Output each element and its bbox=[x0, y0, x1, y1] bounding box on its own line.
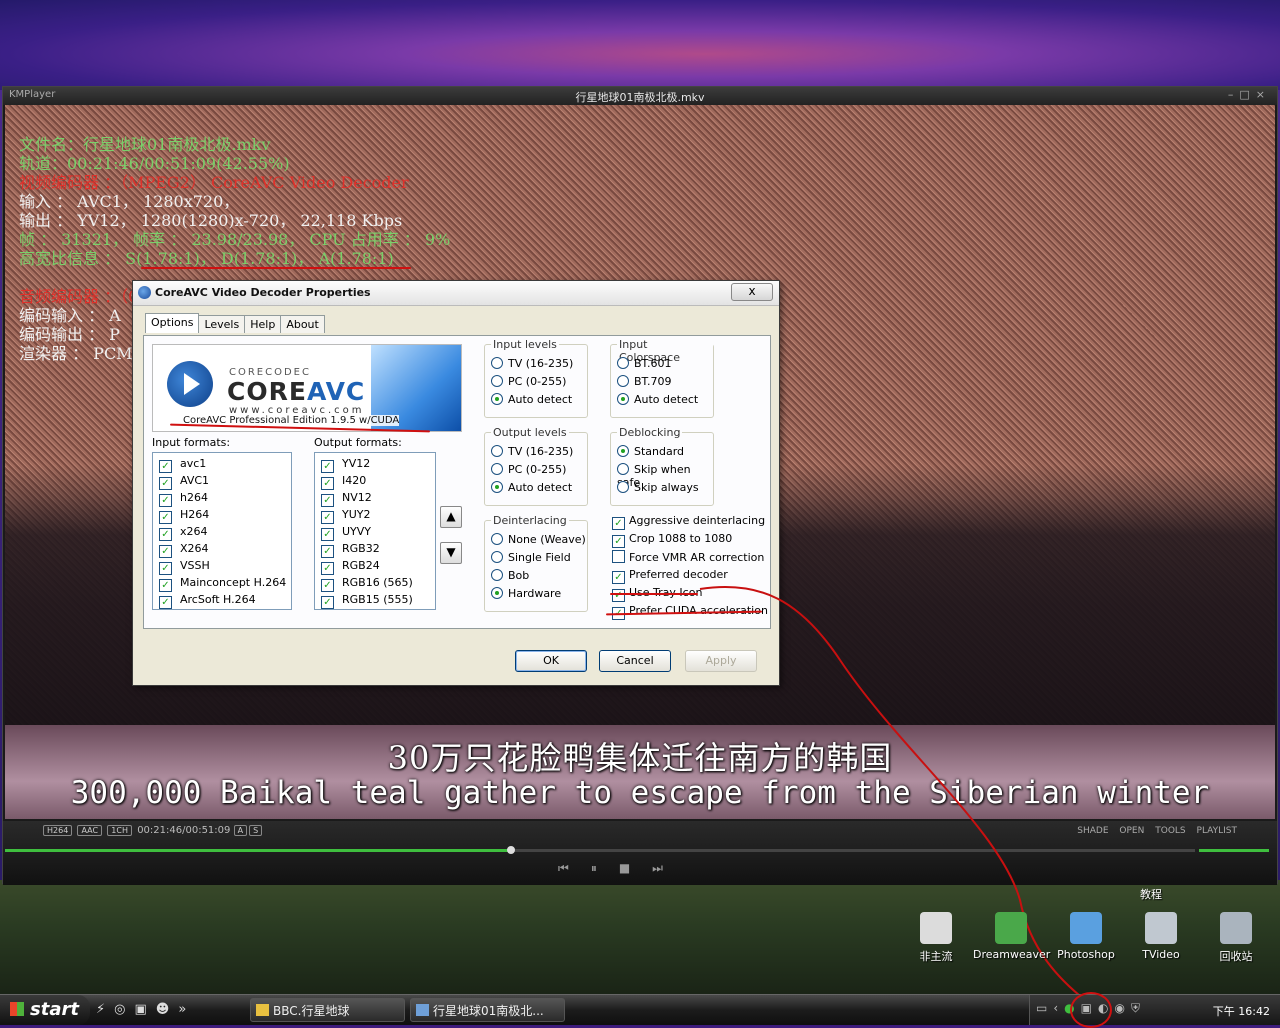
taskbar-button-label: 行星地球01南极北... bbox=[433, 1004, 544, 1018]
player-icon bbox=[416, 1004, 429, 1016]
desktop-icon-label: TVideo bbox=[1142, 948, 1180, 961]
desktop-folder-label: 教程 bbox=[1140, 888, 1162, 901]
desktop-icon-label: Dreamweaver bbox=[973, 948, 1051, 961]
desktop-icon[interactable]: TVideo bbox=[1123, 912, 1199, 961]
desktop-icon[interactable]: 回收站 bbox=[1198, 912, 1274, 964]
system-tray: ▭‹●▣◐◉⛨ 下午 16:42 bbox=[1029, 995, 1280, 1025]
desktop-icon-image bbox=[1220, 912, 1252, 944]
security-icon[interactable]: ⛨ bbox=[1131, 1001, 1146, 1015]
quicklaunch-browser-icon[interactable]: ◎ bbox=[114, 1002, 134, 1017]
desktop-icon[interactable]: Dreamweaver bbox=[973, 912, 1051, 961]
folder-icon bbox=[256, 1004, 269, 1016]
taskbar-button-player[interactable]: 行星地球01南极北... bbox=[410, 998, 565, 1022]
desktop-icon-image bbox=[920, 912, 952, 944]
expand-icon[interactable]: ‹ bbox=[1053, 1001, 1064, 1015]
quicklaunch-player-icon[interactable]: ⚡ bbox=[96, 1002, 114, 1017]
desktop-icon[interactable]: Photoshop bbox=[1048, 912, 1124, 961]
desktop-icon-label: Photoshop bbox=[1057, 948, 1115, 961]
keyboard-icon[interactable]: ▭ bbox=[1036, 1001, 1053, 1015]
desktop-icon-image bbox=[995, 912, 1027, 944]
start-button[interactable]: start bbox=[0, 995, 90, 1025]
desktop-icon-image bbox=[1070, 912, 1102, 944]
desktop-icon-image bbox=[1145, 912, 1177, 944]
quicklaunch-app-icon[interactable]: ▣ bbox=[134, 1002, 155, 1017]
clock: 下午 16:42 bbox=[1212, 1005, 1270, 1018]
quick-launch: ⚡◎▣☻» bbox=[96, 1002, 195, 1017]
quicklaunch-qq-icon[interactable]: ☻ bbox=[156, 1002, 179, 1017]
start-label: start bbox=[30, 999, 79, 1020]
annotation-circle bbox=[1070, 992, 1112, 1028]
windows-flag-icon bbox=[10, 1002, 24, 1016]
desktop-icon[interactable]: 非主流 bbox=[898, 912, 974, 964]
taskbar-button-label: BBC.行星地球 bbox=[273, 1004, 350, 1018]
display-icon[interactable]: ◉ bbox=[1114, 1001, 1130, 1015]
annotation-arrow bbox=[699, 585, 1086, 1001]
taskbar-button-folder[interactable]: BBC.行星地球 bbox=[250, 998, 405, 1022]
desktop-icon-label: 回收站 bbox=[1219, 950, 1253, 963]
quicklaunch-more[interactable]: » bbox=[178, 1002, 195, 1017]
desktop-icon-label: 非主流 bbox=[919, 950, 953, 963]
